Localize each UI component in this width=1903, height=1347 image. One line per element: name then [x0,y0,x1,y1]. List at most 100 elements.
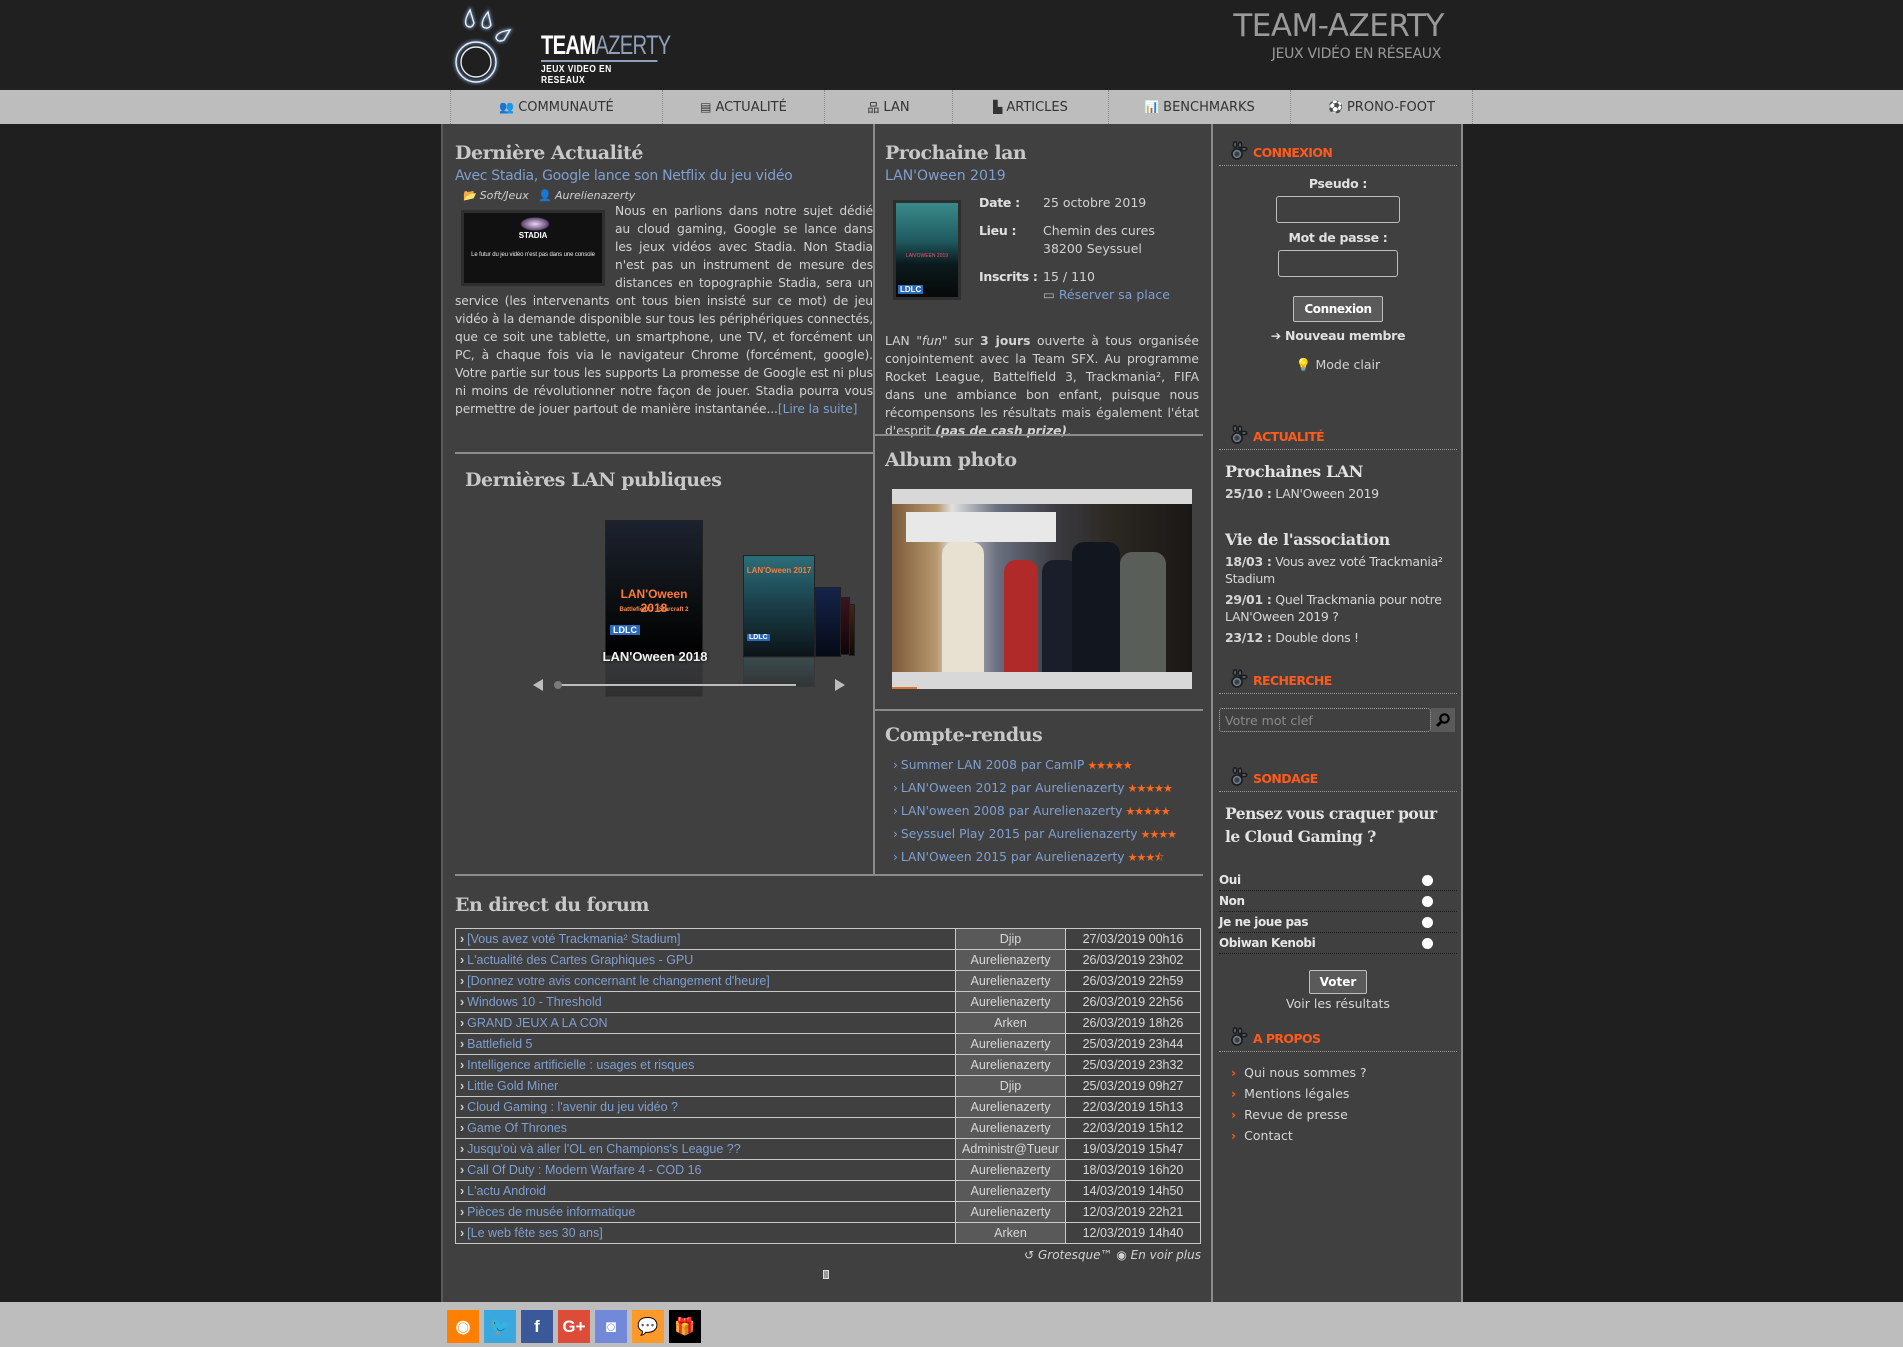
forum-author[interactable]: Administr@Tueur [955,1138,1066,1160]
forum-author[interactable]: Aurelienazerty [955,1159,1066,1181]
carousel-scrollbar[interactable] [560,684,796,686]
nav-item-benchmarks[interactable]: 📊 BENCHMARKS [1109,90,1291,124]
forum-topic-link[interactable]: › Game Of Thrones [455,1117,956,1139]
forum-author[interactable]: Aurelienazerty [955,1054,1066,1076]
sidebar-news-item[interactable]: 23/12 : Double dons ! [1225,629,1451,646]
forum-row[interactable]: › Windows 10 - Threshold Aurelienazerty 26/… [455,991,1201,1013]
chat-icon[interactable]: 💬 [632,1310,664,1343]
forum-author[interactable]: Djip [955,928,1066,950]
forum-row[interactable]: › L'actualité des Cartes Graphiques - GPU… [455,949,1201,971]
forum-author[interactable]: Arken [955,1012,1066,1034]
forum-topic-link[interactable]: › Battlefield 5 [455,1033,956,1055]
poll-option[interactable]: Obiwan Kenobi [1219,933,1457,954]
forum-row[interactable]: › Intelligence artificielle : usages et r… [455,1054,1201,1076]
sidebar-news-item[interactable]: 18/03 : Vous avez voté Trackmania² Stadi… [1225,553,1451,587]
forum-row[interactable]: › Jusqu'où và aller l'OL en Champions's L… [455,1138,1201,1160]
carousel-next-arrow-icon[interactable] [835,679,845,691]
forum-author[interactable]: Aurelienazerty [955,991,1066,1013]
vote-button[interactable]: Voter [1308,970,1368,994]
report-item[interactable]: › LAN'oween 2008 par Aurelienazerty ★★★★★ [893,800,1199,823]
forum-author[interactable]: Arken [955,1222,1066,1244]
forum-topic-link[interactable]: › L'actu Android [455,1180,956,1202]
forum-row[interactable]: › Game Of Thrones Aurelienazerty 22/03/2019… [455,1117,1201,1139]
new-member-link[interactable]: ➔ Nouveau membre [1213,328,1463,343]
lan-poster-2018[interactable]: LAN'Oween 2018 Battlefield 3 · Starcraft… [605,520,703,656]
nav-item-actualite[interactable]: ▤ ACTUALITÉ [663,90,825,124]
radio-button[interactable] [1422,896,1433,907]
nav-item-communaute[interactable]: 👥 COMMUNAUTÉ [451,90,663,124]
radio-button[interactable] [1422,917,1433,928]
facebook-icon[interactable]: f [521,1310,553,1343]
report-item[interactable]: › LAN'Oween 2015 par Aurelienazerty ★★★⯪ [893,846,1199,869]
search-button[interactable] [1431,708,1455,732]
discord-icon[interactable]: ◙ [595,1310,627,1343]
forum-topic-link[interactable]: › L'actualité des Cartes Graphiques - GPU [455,949,956,971]
radio-button[interactable] [1422,938,1433,949]
about-link[interactable]: › Revue de presse [1231,1104,1463,1125]
report-item[interactable]: › LAN'Oween 2012 par Aurelienazerty ★★★★★ [893,777,1199,800]
forum-row[interactable]: › [Donnez votre avis concernant le change… [455,970,1201,992]
forum-topic-link[interactable]: › Call Of Duty : Modern Warfare 4 - COD 1… [455,1159,956,1181]
news-author[interactable]: Aurelienazerty [555,189,635,202]
poll-option[interactable]: Non [1219,891,1457,912]
forum-author[interactable]: Aurelienazerty [955,1201,1066,1223]
lan-poster-2017[interactable]: LAN'Oween 2017 LDLC [743,555,815,657]
forum-row[interactable]: › [Le web fête ses 30 ans] Arken 12/03/2019… [455,1222,1201,1244]
rss-icon[interactable]: ◉ [447,1310,479,1343]
forum-row[interactable]: › [Vous avez voté Trackmania² Stadium] Dji… [455,928,1201,950]
forum-author[interactable]: Aurelienazerty [955,949,1066,971]
sidebar-news-item[interactable]: 29/01 : Quel Trackmania pour notre LAN'O… [1225,591,1451,625]
pseudo-input[interactable] [1276,196,1400,223]
report-item[interactable]: › Seyssuel Play 2015 par Aurelienazerty ★★… [893,823,1199,846]
twitter-icon[interactable]: 🐦 [484,1310,516,1343]
google-plus-icon[interactable]: G+ [558,1310,590,1343]
poll-results-link[interactable]: Voir les résultats [1213,996,1463,1011]
light-mode-toggle[interactable]: 💡 Mode clair [1213,357,1463,373]
next-lan-poster[interactable]: LAN'OWEEN 2019 LDLC [893,200,961,300]
forum-topic-link[interactable]: › Pièces de musée informatique [455,1201,956,1223]
forum-author[interactable]: Aurelienazerty [955,970,1066,992]
forum-topic-link[interactable]: › Intelligence artificielle : usages et r… [455,1054,956,1076]
see-more-link[interactable]: ◉ En voir plus [1116,1248,1201,1262]
nav-item-prono-foot[interactable]: ⚽ PRONO-FOOT [1291,90,1473,124]
forum-author[interactable]: Aurelienazerty [955,1033,1066,1055]
gift-icon[interactable]: 🎁 [669,1310,701,1343]
forum-row[interactable]: › Pièces de musée informatique Aurelienaze… [455,1201,1201,1223]
forum-author[interactable]: Aurelienazerty [955,1096,1066,1118]
forum-row[interactable]: › L'actu Android Aurelienazerty 14/03/2019 … [455,1180,1201,1202]
news-thumbnail[interactable]: STADIA Le futur du jeu vidéo n'est pas d… [461,210,605,286]
about-link[interactable]: › Contact [1231,1125,1463,1146]
news-headline-link[interactable]: Avec Stadia, Google lance son Netflix du… [455,168,873,184]
news-category[interactable]: Soft/Jeux [480,189,529,202]
site-logo[interactable]: TEAMAZERTY JEUX VIDEO EN RESEAUX [448,4,678,86]
forum-row[interactable]: › Little Gold Miner Djip 25/03/2019 09h27 [455,1075,1201,1097]
forum-row[interactable]: › GRAND JEUX A LA CON Arken 26/03/2019 18h2… [455,1012,1201,1034]
grotesque-link[interactable]: ↺ Grotesque™ [1024,1248,1112,1262]
forum-topic-link[interactable]: › Jusqu'où và aller l'OL en Champions's L… [455,1138,956,1160]
forum-topic-link[interactable]: › Windows 10 - Threshold [455,991,956,1013]
forum-author[interactable]: Aurelienazerty [955,1117,1066,1139]
forum-topic-link[interactable]: › [Le web fête ses 30 ans] [455,1222,956,1244]
carousel-prev-arrow-icon[interactable] [533,679,543,691]
forum-row[interactable]: › Battlefield 5 Aurelienazerty 25/03/2019 2… [455,1033,1201,1055]
forum-topic-link[interactable]: › GRAND JEUX A LA CON [455,1012,956,1034]
forum-topic-link[interactable]: › Cloud Gaming : l'avenir du jeu vidéo ? [455,1096,956,1118]
report-item[interactable]: › Summer LAN 2008 par CamIP ★★★★★ [893,754,1199,777]
carousel-scroll-handle[interactable] [554,681,562,689]
nav-item-articles[interactable]: ▙ ARTICLES [953,90,1109,124]
sidebar-news-item[interactable]: 25/10 : LAN'Oween 2019 [1225,485,1451,502]
poll-option[interactable]: Oui [1219,870,1457,891]
forum-topic-link[interactable]: › [Vous avez voté Trackmania² Stadium] [455,928,956,950]
reserve-seat-link[interactable]: ▭ Réserver sa place [1043,287,1170,302]
poll-option[interactable]: Je ne joue pas [1219,912,1457,933]
password-input[interactable] [1278,250,1398,277]
read-more-link[interactable]: [Lire la suite] [778,402,858,416]
login-button[interactable]: Connexion [1293,296,1383,322]
forum-row[interactable]: › Cloud Gaming : l'avenir du jeu vidéo ? A… [455,1096,1201,1118]
lan-poster-older[interactable] [815,587,841,657]
radio-button[interactable] [1422,875,1433,886]
lan-poster-older[interactable] [849,604,855,656]
forum-author[interactable]: Aurelienazerty [955,1180,1066,1202]
nav-item-lan[interactable]: 品 LAN [825,90,953,124]
about-link[interactable]: › Mentions légales [1231,1083,1463,1104]
